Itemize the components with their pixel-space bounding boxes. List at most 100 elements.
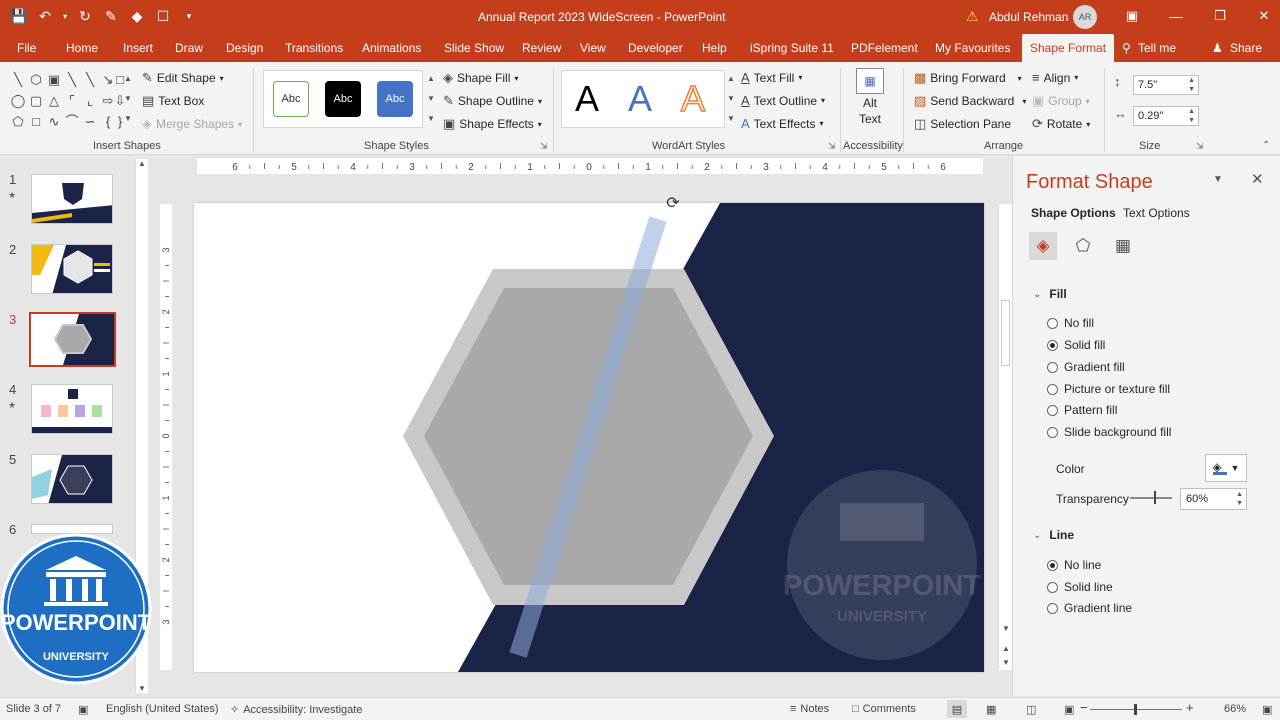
tab-slide-show[interactable]: Slide Show [444,41,504,55]
tab-shape-options[interactable]: Shape Options [1031,206,1116,220]
tab-shape-format[interactable]: Shape Format [1022,34,1115,62]
radio-slide-background-fill[interactable]: Slide background fill [1047,425,1171,439]
scroll-down-icon[interactable]: ▼ [1002,624,1010,633]
notes-button[interactable]: ≡ Notes [790,703,829,715]
elbow2-shape-icon[interactable]: ⌞ [82,93,98,109]
shape-effects-button[interactable]: ▣ Shape Effects ▾ [443,116,542,132]
group-button[interactable]: ▣ Group ▾ [1032,93,1090,109]
slide-thumbnail-1[interactable] [31,174,113,224]
line2-shape-icon[interactable]: ╲ [64,72,80,88]
slideshow-icon[interactable]: ▣ [1064,703,1074,716]
radio-no-line[interactable]: No line [1047,558,1101,572]
transparency-input[interactable]: 60% ▲ ▼ [1180,488,1247,510]
restore-icon[interactable]: ❐ [1198,0,1242,32]
wordart-style-black[interactable]: A [575,79,599,119]
tab-view[interactable]: View [580,41,606,55]
selection-pane-button[interactable]: ◫ Selection Pane [914,116,1011,132]
transparency-slider[interactable] [1130,491,1172,504]
slide-sorter-icon[interactable]: ▦ [986,703,996,716]
radio-solid-fill[interactable]: Solid fill [1047,338,1105,352]
presenter-icon[interactable]: ◆ [126,5,148,27]
elbow-shape-icon[interactable]: ⌜ [64,93,80,109]
panel-close-icon[interactable]: ✕ [1251,170,1264,188]
tab-file[interactable]: File [17,41,36,55]
text-box-button[interactable]: ▤ Text Box [142,93,204,109]
accessibility-status[interactable]: ✧ Accessibility: Investigate [230,703,362,717]
tab-pdfelement[interactable]: PDFelement [851,41,918,55]
fill-section-header[interactable]: ⌄ Fill [1033,287,1067,301]
redo-icon[interactable]: ↻ [74,5,96,27]
fit-to-window-icon[interactable]: ▣ [1262,703,1272,716]
oval-shape-icon[interactable]: ◯ [10,93,26,109]
tab-text-options[interactable]: Text Options [1123,206,1190,220]
arc-shape-icon[interactable]: ⌒ [64,114,80,130]
radio-pattern-fill[interactable]: Pattern fill [1047,403,1117,417]
slide[interactable]: POWERPOINT UNIVERSITY [194,203,984,672]
tab-insert[interactable]: Insert [123,41,153,55]
alt-text-button[interactable]: ▦ Alt Text [856,68,884,126]
collapse-ribbon-icon[interactable]: ⌃ [1262,140,1270,151]
customize-qat-icon[interactable]: ▾ [178,5,200,27]
line-shape-icon[interactable]: ╲ [10,72,26,88]
wordart-style-blue[interactable]: A [628,79,652,119]
tab-review[interactable]: Review [522,41,561,55]
dialog-launcher-icon[interactable]: ⇲ [828,141,836,152]
text-fill-button[interactable]: A Text Fill ▾ [741,70,802,85]
zoom-knob[interactable] [1134,704,1137,715]
rotate-handle-icon[interactable]: ⟳ [663,194,683,214]
comments-button[interactable]: □ Comments [852,703,916,715]
gallery-scroll-down-icon[interactable]: ▼ [122,94,134,103]
style-swatch-blue[interactable]: Abc [377,81,413,117]
slide-thumbnail-4[interactable] [31,384,113,434]
tab-design[interactable]: Design [226,41,263,55]
zoom-out-icon[interactable]: − [1080,700,1088,715]
rounded-rect-shape-icon[interactable]: ▢ [28,93,44,109]
reading-view-icon[interactable]: ◫ [1026,703,1036,716]
slider-knob[interactable] [1154,491,1156,504]
avatar[interactable]: AR [1073,5,1097,29]
slide-thumbnail-2[interactable] [31,244,113,294]
line-section-header[interactable]: ⌄ Line [1033,528,1074,542]
text-effects-button[interactable]: A Text Effects ▾ [741,116,824,131]
align-button[interactable]: ≡ Align ▾ [1032,70,1078,85]
share-button[interactable]: Share [1230,41,1262,55]
tab-my-favourites[interactable]: My Favourites [935,41,1010,55]
warning-icon[interactable]: ⚠ [966,8,979,25]
textbox-shape-icon[interactable]: ▣ [46,72,62,88]
shape-fill-button[interactable]: ◈ Shape Fill ▾ [443,70,518,86]
normal-view-icon[interactable]: ▤ [947,700,967,718]
radio-gradient-line[interactable]: Gradient line [1047,601,1132,615]
minimize-icon[interactable]: — [1154,0,1198,32]
pentagon-shape-icon[interactable]: ⬠ [10,114,26,130]
shapes-gallery[interactable]: ╲ ⬡ ▣ ╲ ╲ ↘ □ ◯ ▢ △ ⌜ ⌞ ⇨ ⇩ ⬠ □ ∿ ⌒ ∽ { … [8,70,132,134]
styles-scroll-down-icon[interactable]: ▼ [425,94,437,103]
tab-developer[interactable]: Developer [628,41,683,55]
effects-pentagon-icon[interactable]: ⬠ [1069,232,1097,260]
wordart-style-orange-outline[interactable]: A [680,78,706,120]
horizontal-ruler[interactable]: 6 5 4 3 2 1 0 1 2 3 4 5 6 [197,158,983,174]
spinner-icon[interactable]: ▲ ▼ [1188,107,1195,125]
format-painter-icon[interactable]: ✎ [100,5,122,27]
radio-picture-fill[interactable]: Picture or texture fill [1047,382,1170,396]
panel-options-icon[interactable]: ▼ [1213,174,1223,185]
tab-help[interactable]: Help [702,41,727,55]
tab-transitions[interactable]: Transitions [285,41,343,55]
spinner-icon[interactable]: ▲ ▼ [1236,490,1243,508]
print-preview-icon[interactable]: ☐ [152,5,174,27]
gallery-scroll-up-icon[interactable]: ▲ [122,74,134,83]
previous-slide-icon[interactable]: ▲ [1002,644,1010,653]
curve-shape-icon[interactable]: ∽ [82,114,98,130]
tab-home[interactable]: Home [66,41,98,55]
hexagon-shape-icon[interactable]: ⬡ [28,72,44,88]
language-status[interactable]: English (United States) [106,703,219,715]
styles-scroll-up-icon[interactable]: ▲ [425,74,437,83]
tab-tell-me[interactable]: Tell me [1138,41,1176,55]
callout-shape-icon[interactable]: □ [28,114,44,130]
tab-animations[interactable]: Animations [362,41,421,55]
shape-outline-button[interactable]: ✎ Shape Outline ▾ [443,93,542,109]
style-swatch-outline-green[interactable]: Abc [273,81,309,117]
spinner-icon[interactable]: ▲ ▼ [1188,76,1195,94]
zoom-slider[interactable] [1090,704,1182,715]
wordart-scroll-up-icon[interactable]: ▲ [725,74,737,83]
slide-thumbnail-3[interactable] [29,312,116,367]
